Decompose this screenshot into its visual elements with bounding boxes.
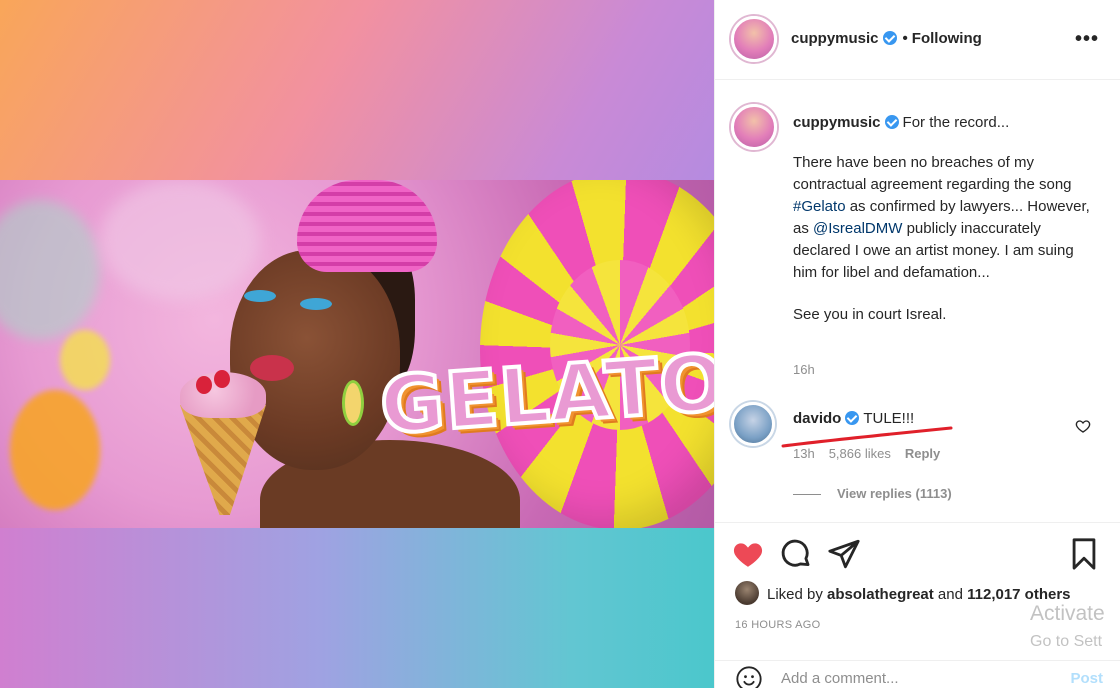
verified-badge-icon: [884, 115, 899, 129]
caption-body: There have been no breaches of my contra…: [793, 152, 1093, 326]
caption-title: For the record...: [902, 114, 1010, 131]
background-blob: [10, 390, 100, 510]
media-gradient-bottom: [0, 528, 714, 688]
eye-makeup: [244, 290, 276, 302]
background-blob: [100, 180, 260, 300]
liker-username[interactable]: absolathegreat: [827, 586, 934, 603]
hashtag-link[interactable]: #Gelato: [793, 198, 846, 215]
comment-like-heart-icon[interactable]: [1075, 418, 1091, 434]
share-paper-plane-icon[interactable]: [827, 537, 861, 571]
comment-time[interactable]: 13h: [793, 446, 815, 461]
earring: [342, 380, 364, 426]
avatar[interactable]: [731, 16, 777, 62]
comment-text: TULE!!!: [863, 410, 915, 427]
save-bookmark-icon[interactable]: [1067, 537, 1101, 571]
header-username[interactable]: cuppymusic: [791, 30, 879, 47]
comment-likes[interactable]: 5,866 likes: [829, 446, 891, 461]
post-side-panel: cuppymusic • Following ••• cuppymusic For t…: [714, 0, 1120, 688]
post-timestamp[interactable]: 16 HOURS AGO: [735, 619, 821, 631]
post-comment-button[interactable]: Post: [1070, 670, 1103, 687]
verified-badge-icon: [882, 31, 897, 45]
caption-paragraph: There have been no breaches of my contra…: [793, 152, 1093, 284]
strawberry: [196, 376, 212, 394]
comment-item: davido TULE!!! 13h 5,866 likes Reply View r…: [715, 400, 1120, 510]
post-header: cuppymusic • Following •••: [715, 0, 1120, 80]
view-replies-button[interactable]: View replies (1113): [793, 486, 952, 501]
liked-by-line: Liked by absolathegreat and 112,017 othe…: [735, 581, 1071, 605]
caption-username[interactable]: cuppymusic: [793, 114, 881, 131]
strawberry: [214, 370, 230, 388]
header-user-line: cuppymusic • Following: [791, 30, 982, 47]
caption-timestamp[interactable]: 16h: [793, 362, 815, 377]
ice-cream-cone: [180, 405, 266, 515]
comment-input[interactable]: [781, 667, 1041, 688]
mouth: [250, 355, 294, 381]
liker-avatar[interactable]: [735, 581, 759, 605]
reply-button[interactable]: Reply: [905, 446, 940, 461]
eye-makeup: [300, 298, 332, 310]
caption-text: There have been no breaches of my contra…: [793, 154, 1072, 193]
background-blob: [0, 200, 100, 340]
post-media[interactable]: GELATO: [0, 0, 714, 688]
replies-divider: [793, 494, 821, 496]
comment-meta: 13h 5,866 likes Reply: [793, 446, 954, 461]
background-blob: [60, 330, 110, 390]
comment-header: davido TULE!!!: [793, 410, 914, 427]
avatar[interactable]: [731, 402, 775, 446]
post-actions: Liked by absolathegreat and 112,017 othe…: [715, 522, 1120, 662]
more-options-icon[interactable]: •••: [1075, 28, 1099, 51]
likes-count-link[interactable]: 112,017 others: [967, 586, 1070, 603]
comment-bubble-icon[interactable]: [779, 537, 813, 571]
add-comment-bar: Post: [715, 660, 1120, 688]
caption-signoff: See you in court Isreal.: [793, 306, 947, 323]
following-button[interactable]: Following: [912, 30, 982, 47]
avatar[interactable]: [731, 104, 777, 150]
comment-username[interactable]: davido: [793, 410, 841, 427]
verified-badge-icon: [845, 411, 860, 425]
liked-by-joiner: and: [937, 586, 963, 603]
caption-header: cuppymusic For the record...: [793, 114, 1009, 131]
like-heart-icon[interactable]: [731, 537, 765, 571]
mention-link[interactable]: @IsrealDMW: [813, 220, 902, 237]
liked-by-prefix: Liked by: [767, 586, 823, 603]
view-replies-label: View replies (1113): [837, 486, 952, 501]
emoji-icon[interactable]: [735, 665, 763, 688]
media-video-frame[interactable]: GELATO: [0, 180, 714, 528]
media-gradient-top: [0, 0, 714, 180]
knitted-hat: [297, 180, 437, 272]
separator: •: [902, 30, 908, 47]
